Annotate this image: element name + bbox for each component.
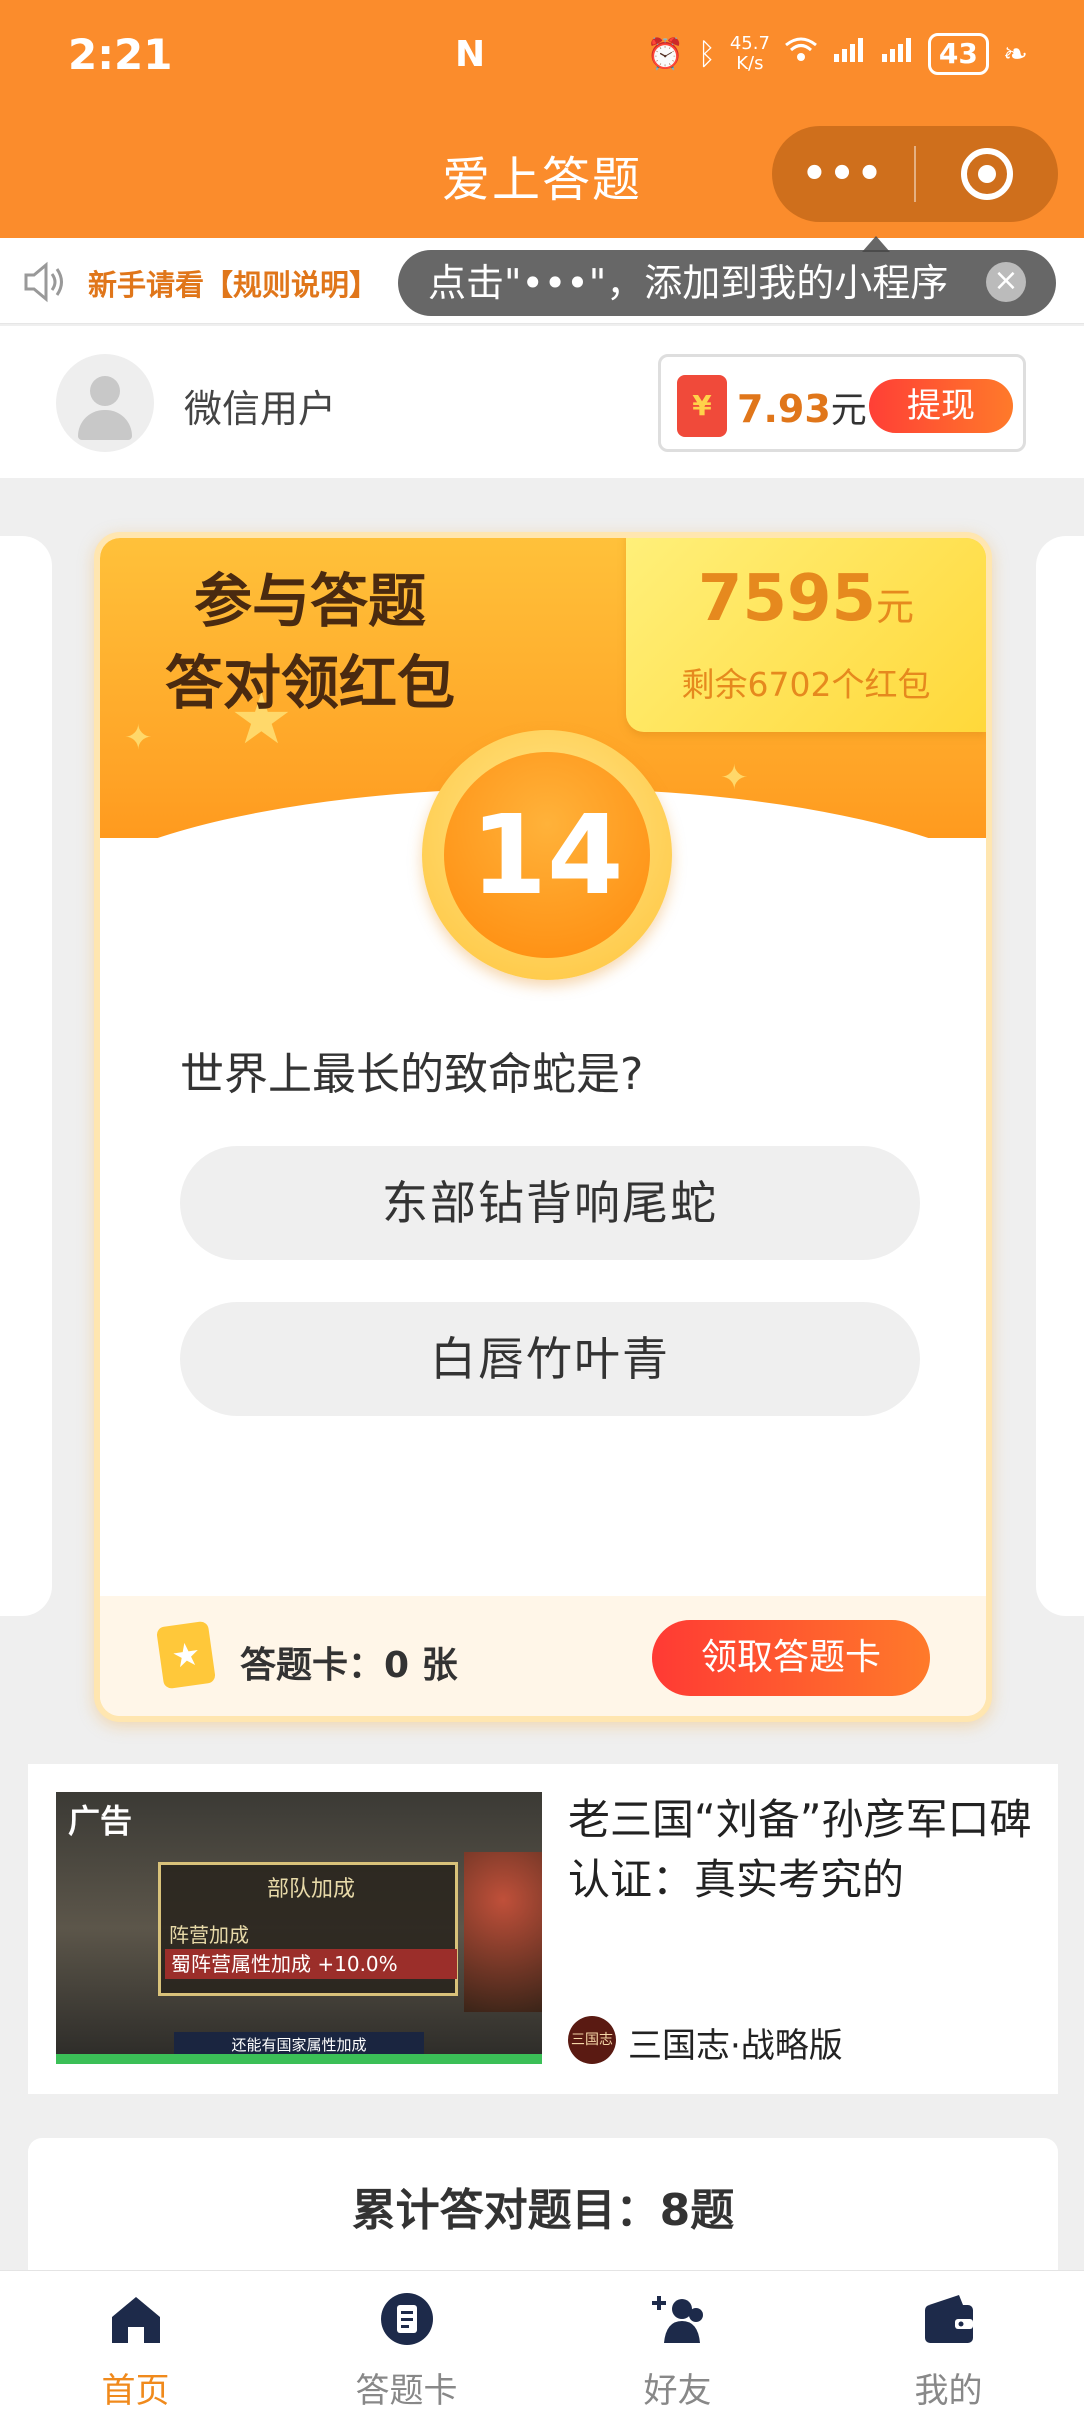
tab-home[interactable]: 首页 (0, 2271, 271, 2412)
prize-value: 7595 (697, 562, 877, 636)
sparkle-icon: ✦ (124, 718, 153, 758)
leaf-icon: ❧ (1002, 36, 1028, 72)
nfc-icon: N (455, 34, 486, 75)
ad-game-panel: 部队加成 阵营加成 蜀阵营属性加成 +10.0% (158, 1862, 458, 1996)
ad-banner[interactable]: 广告 部队加成 阵营加成 蜀阵营属性加成 +10.0% 还能有国家属性加成 老三… (28, 1764, 1058, 2094)
username: 微信用户 (184, 387, 337, 431)
get-answer-card-button[interactable]: 领取答题卡 (652, 1620, 930, 1696)
user-info-row: 微信用户 ¥ 7.93元 提现 (0, 326, 1084, 478)
red-envelope-icon: ¥ (677, 375, 727, 437)
more-button[interactable]: ••• (772, 151, 914, 197)
prize-amount: 7595元 (626, 562, 986, 636)
ad-image[interactable]: 广告 部队加成 阵营加成 蜀阵营属性加成 +10.0% 还能有国家属性加成 (56, 1792, 542, 2064)
friends-icon (651, 2296, 703, 2343)
countdown-timer: 14 (422, 730, 672, 980)
miniprogram-capsule: ••• (772, 126, 1058, 222)
prev-card-stub[interactable] (0, 536, 52, 1616)
status-time: 2:21 (68, 30, 173, 79)
ad-panel-line1: 阵营加成 (169, 1923, 249, 1947)
bluetooth-icon: ᛒ (697, 36, 716, 72)
prize-pool: 7595元 剩余6702个红包 (626, 538, 986, 732)
card-footer: ★ 答题卡：0 张 领取答题卡 (100, 1596, 986, 1716)
home-icon (111, 2297, 160, 2343)
tab-label: 我的 (914, 2371, 983, 2411)
avatar-head (90, 376, 120, 406)
ad-headline[interactable]: 老三国“刘备”孙彦军口碑认证：真实考究的 (568, 1790, 1038, 1910)
network-speed: 45.7 K/s (729, 33, 770, 74)
hero-title-line2: 答对领红包 (164, 649, 455, 717)
tab-label: 好友 (643, 2371, 712, 2411)
tooltip-close-button[interactable]: × (986, 262, 1026, 302)
status-icons: ⏰ ᛒ 45.7 K/s 43 ❧ (646, 26, 1028, 82)
wallet-icon (924, 2295, 973, 2343)
answer-option[interactable]: 东部钻背响尾蛇 (180, 1146, 920, 1260)
answer-card-icon (380, 2293, 433, 2345)
sparkle-icon: ✦ (720, 758, 749, 798)
top-bar: 2:21 N ⏰ ᛒ 45.7 K/s 43 ❧ 爱上答题 ••• (0, 0, 1084, 238)
signal-icon-2 (880, 36, 914, 72)
question-text: 世界上最长的致命蛇是? (180, 1049, 644, 1100)
ad-character-portrait (464, 1852, 542, 2012)
countdown-value: 14 (444, 752, 650, 958)
tab-bar: 首页 答题卡 好友 我的 (0, 2270, 1084, 2412)
speaker-icon (24, 261, 63, 303)
ad-source: 三国志·战略版 (628, 2026, 843, 2066)
add-miniprogram-tooltip: 点击"•••"，添加到我的小程序 (398, 250, 1056, 316)
ad-progress-strip (56, 2054, 542, 2064)
alarm-icon: ⏰ (646, 36, 684, 72)
withdraw-button[interactable]: 提现 (869, 379, 1013, 433)
tab-mine[interactable]: 我的 (813, 2271, 1084, 2412)
hero-title: 参与答题 答对领红包 (140, 560, 480, 724)
ad-panel-line2: 蜀阵营属性加成 +10.0% (165, 1949, 457, 1979)
prize-remaining: 剩余6702个红包 (681, 665, 931, 704)
hero-title-line1: 参与答题 (193, 567, 426, 635)
avatar-body (78, 410, 132, 440)
avatar[interactable] (56, 354, 154, 452)
ad-source-logo: 三国志 (568, 2016, 616, 2064)
balance-value: 7.93 (737, 387, 831, 431)
balance-box: ¥ 7.93元 提现 (658, 354, 1026, 452)
tab-answer-card[interactable]: 答题卡 (271, 2271, 542, 2412)
answer-option[interactable]: 白唇竹叶青 (180, 1302, 920, 1416)
ad-panel-title: 部队加成 (266, 1877, 355, 1902)
prize-unit: 元 (876, 585, 915, 629)
tab-label: 答题卡 (355, 2371, 458, 2411)
answer-card-count: 答题卡：0 张 (240, 1645, 458, 1686)
tab-label: 首页 (101, 2371, 170, 2411)
rules-link[interactable]: 新手请看【规则说明】 (88, 262, 378, 304)
tab-friends[interactable]: 好友 (542, 2271, 813, 2412)
ad-badge: 广告 (68, 1802, 133, 1840)
signal-icon-1 (832, 36, 866, 72)
balance-amount: 7.93元 (737, 381, 867, 433)
target-icon (961, 148, 1013, 200)
battery-indicator: 43 (927, 33, 989, 75)
close-miniprogram-button[interactable] (916, 148, 1058, 200)
correct-summary: 累计答对题目：8题 (28, 2138, 1058, 2278)
wifi-icon (784, 36, 818, 72)
answer-card-icon: ★ (155, 1620, 217, 1690)
balance-unit: 元 (830, 390, 867, 431)
correct-count: 累计答对题目：8题 (351, 2185, 735, 2236)
quiz-card: ★ ✦ ✦ 参与答题 答对领红包 7595元 剩余6702个红包 14 世界上最… (94, 532, 992, 1722)
next-card-stub[interactable] (1036, 536, 1084, 1616)
